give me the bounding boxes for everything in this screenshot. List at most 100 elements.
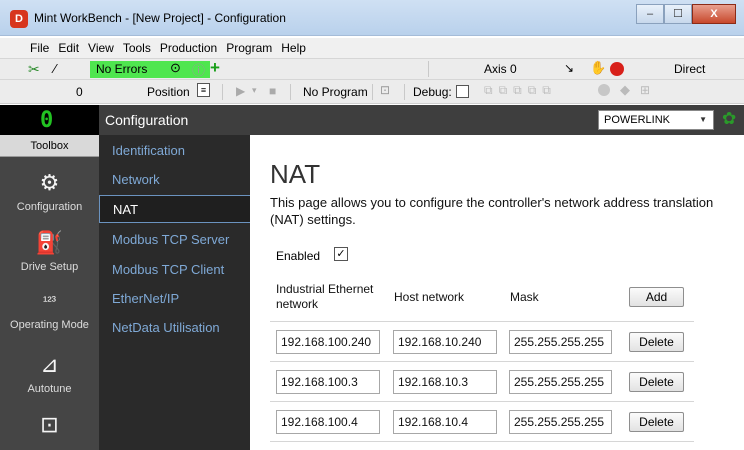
menu-file[interactable]: File [30,41,49,55]
nav-item-network[interactable]: Network [99,166,250,194]
wrench-icon: ⚙ [39,170,60,195]
minimize-button[interactable]: – [636,4,664,24]
column-header-industrial: Industrial Ethernet network [276,282,374,311]
axis-state-digit: 0 [40,108,54,133]
connect-icon[interactable]: ✂ [28,61,40,78]
delete-button[interactable]: Delete [629,332,684,352]
nav-item-ethernet-ip[interactable]: EtherNet/IP [99,285,250,313]
window-icon[interactable]: ⊡ [380,83,390,97]
stop-icon[interactable] [610,62,624,76]
enabled-checkbox[interactable]: ✓ [334,247,348,261]
page-description: This page allows you to configure the co… [270,195,714,227]
toolbox-item-operating-mode[interactable]: ¹²³ Operating Mode [0,287,99,331]
menu-production[interactable]: Production [160,41,217,55]
toolbox-title: Toolbox [0,135,99,157]
title-bar: D Mint WorkBench - [New Project] - Confi… [0,0,744,36]
position-label: Position [147,85,190,99]
toolbox-item-configuration[interactable]: ⚙ Configuration [0,169,99,213]
toolbox-item-label: Configuration [16,201,83,213]
mode-label: Direct [674,62,706,76]
chevron-down-icon[interactable]: ▾ [252,85,257,96]
host-network-field[interactable]: 192.168.10.240 [393,330,497,354]
add-button[interactable]: Add [629,287,684,307]
host-network-field[interactable]: 192.168.10.3 [393,370,497,394]
toolbar-separator [404,84,405,100]
status-toolbar: ✂ ⁄ No Errors ⊙ ⓘ + Axis 0 ↘ ✋ Direct [0,58,744,80]
axis-label: Axis 0 [484,62,517,76]
bus-select-value: POWERLINK [604,114,671,126]
toolbar-separator [290,84,291,100]
program-label: No Program [303,85,368,99]
refresh-icon[interactable]: ⊙ [170,60,181,76]
play-icon[interactable]: ▶ [236,84,245,98]
autotune-icon: ⊿ [40,352,59,377]
divider [270,441,694,442]
configuration-header: Configuration POWERLINK ▼ ✿ [99,105,744,135]
divider [270,321,694,322]
menu-help[interactable]: Help [281,41,306,55]
enabled-label: Enabled [276,249,321,263]
list-icon[interactable]: ≡ [197,83,210,97]
maximize-button[interactable]: ☐ [664,4,692,24]
app-logo-icon: D [10,10,28,28]
toolbar-separator [428,61,429,77]
debug-checkbox[interactable] [456,85,469,98]
menu-tools[interactable]: Tools [123,41,151,55]
breakpoint-icon[interactable] [598,84,610,96]
mask-field[interactable]: 255.255.255.255 [509,370,612,394]
hand-icon[interactable]: ✋ [590,60,606,76]
diamond-icon[interactable]: ◆ [620,82,630,98]
header-title: Configuration [105,112,189,128]
window-controls: – ☐ X [636,4,736,24]
industrial-network-field[interactable]: 192.168.100.4 [276,410,380,434]
config-nav: Identification Network NAT Modbus TCP Se… [99,135,250,450]
counter-value: 0 [76,85,83,99]
menu-bar: File Edit View Tools Production Program … [0,38,744,58]
jog-icon[interactable]: ↘ [564,61,574,75]
menu-edit[interactable]: Edit [58,41,79,55]
step-icons: ⧉⧉⧉⧉⧉ [484,83,557,97]
divider [270,361,694,362]
stop-square-icon[interactable]: ■ [269,84,276,98]
nav-item-netdata-utilisation[interactable]: NetData Utilisation [99,314,250,342]
mask-field[interactable]: 255.255.255.255 [509,330,612,354]
info-icon[interactable]: ⓘ [192,60,205,79]
menu-program[interactable]: Program [226,41,272,55]
axis-status-display: 0 [0,105,99,135]
close-button[interactable]: X [692,4,736,24]
toolbox-item-label: Operating Mode [10,319,89,331]
checkmark-icon: ✓ [336,248,346,260]
industrial-network-field[interactable]: 192.168.100.240 [276,330,380,354]
toolbox-item-autotune[interactable]: ⊿ Autotune [0,351,99,395]
nav-item-nat[interactable]: NAT [99,195,250,223]
edit-icon[interactable]: ⁄ [54,61,56,76]
gear-icon[interactable]: ✿ [722,109,736,129]
toolbox-item-label: Drive Setup [20,261,79,273]
column-header-host: Host network [394,290,465,304]
nav-item-modbus-tcp-server[interactable]: Modbus TCP Server [99,226,250,254]
toolbar-separator [222,84,223,100]
drive-icon: ⛽ [35,230,64,255]
add-icon[interactable]: + [210,58,220,78]
divider [270,401,694,402]
debug-label: Debug: [413,85,452,99]
bus-select[interactable]: POWERLINK ▼ [598,110,714,130]
watch-icon[interactable]: ⊞ [640,83,650,97]
mask-field[interactable]: 255.255.255.255 [509,410,612,434]
scope-icon: ⊡ [40,412,59,437]
page-title: NAT [270,159,321,189]
delete-button[interactable]: Delete [629,412,684,432]
nav-item-identification[interactable]: Identification [99,137,250,165]
delete-button[interactable]: Delete [629,372,684,392]
nav-item-modbus-tcp-client[interactable]: Modbus TCP Client [99,256,250,284]
industrial-network-field[interactable]: 192.168.100.3 [276,370,380,394]
toolbox-panel: Toolbox ⚙ Configuration ⛽ Drive Setup ¹²… [0,135,99,450]
toolbox-item-drive-setup[interactable]: ⛽ Drive Setup [0,229,99,273]
host-network-field[interactable]: 192.168.10.4 [393,410,497,434]
toolbar-separator [372,84,373,100]
toolbox-item-scope[interactable]: ⊡ [0,411,99,443]
menu-view[interactable]: View [88,41,114,55]
column-header-mask: Mask [510,290,539,304]
window-title: Mint WorkBench - [New Project] - Configu… [34,11,286,25]
counter-icon: ¹²³ [43,293,56,308]
